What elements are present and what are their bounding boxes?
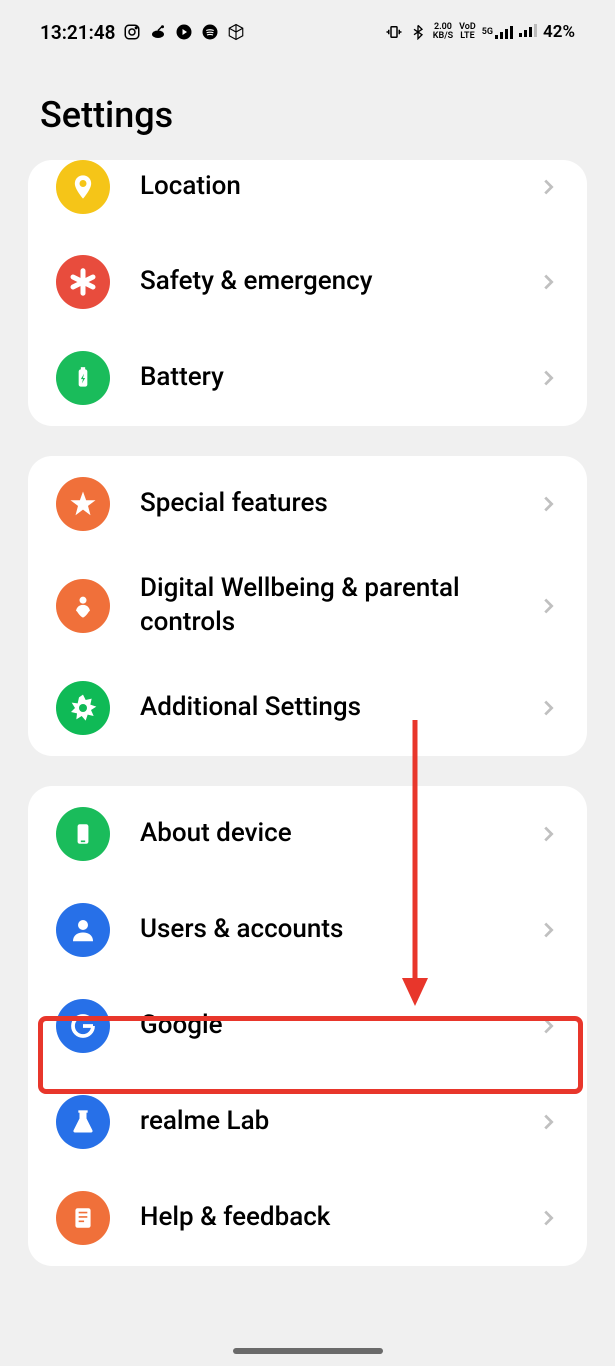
instagram-icon [123,23,141,41]
signal-5g: 5G [482,25,513,39]
gear-star-icon [56,681,110,735]
settings-item-google[interactable]: Google [28,978,587,1074]
settings-group-2: Special features Digital Wellbeing & par… [28,456,587,756]
volte-indicator: VoD LTE [459,23,476,41]
settings-item-location[interactable]: Location [28,160,587,234]
vibrate-icon [385,23,403,41]
hexagon-icon [227,23,245,41]
chevron-right-icon [537,823,559,845]
settings-item-about-device[interactable]: About device [28,786,587,882]
status-bar: 13:21:48 2.00 KB/S VoD LTE [0,0,615,64]
item-label: Location [140,170,537,204]
asterisk-icon [56,255,110,309]
item-label: Special features [140,487,537,521]
heart-person-icon [56,579,110,633]
settings-item-users-accounts[interactable]: Users & accounts [28,882,587,978]
settings-item-special-features[interactable]: Special features [28,456,587,552]
settings-item-wellbeing[interactable]: Digital Wellbeing & parental controls [28,552,587,660]
person-icon [56,903,110,957]
item-label: Digital Wellbeing & parental controls [140,572,537,640]
battery-percent: 42% [543,22,575,42]
chevron-right-icon [537,367,559,389]
chevron-right-icon [537,697,559,719]
item-label: Additional Settings [140,691,537,725]
settings-item-safety[interactable]: Safety & emergency [28,234,587,330]
reddit-icon [149,23,167,41]
item-label: About device [140,817,537,851]
play-circle-icon [175,23,193,41]
item-label: realme Lab [140,1105,537,1139]
settings-group-3: About device Users & accounts Google rea… [28,786,587,1266]
chevron-right-icon [537,271,559,293]
chevron-right-icon [537,595,559,617]
settings-group-1: Location Safety & emergency Battery [28,160,587,426]
item-label: Safety & emergency [140,265,537,299]
header: Settings [0,64,615,160]
signal-icon [519,22,537,42]
chevron-right-icon [537,1111,559,1133]
chevron-right-icon [537,1015,559,1037]
bluetooth-icon [409,23,427,41]
settings-item-realme-lab[interactable]: realme Lab [28,1074,587,1170]
chevron-right-icon [537,919,559,941]
chevron-right-icon [537,493,559,515]
google-icon [56,999,110,1053]
page-title: Settings [40,94,575,136]
chevron-right-icon [537,176,559,198]
battery-icon [56,351,110,405]
net-speed: 2.00 KB/S [433,23,453,41]
item-label: Google [140,1009,537,1043]
flask-icon [56,1095,110,1149]
chevron-right-icon [537,1207,559,1229]
settings-item-help[interactable]: Help & feedback [28,1170,587,1266]
settings-item-additional[interactable]: Additional Settings [28,660,587,756]
star-icon [56,477,110,531]
phone-icon [56,807,110,861]
location-icon [56,160,110,214]
item-label: Help & feedback [140,1201,537,1235]
settings-item-battery[interactable]: Battery [28,330,587,426]
book-icon [56,1191,110,1245]
nav-handle[interactable] [233,1348,383,1354]
status-left: 13:21:48 [40,21,245,44]
status-time: 13:21:48 [40,21,115,44]
item-label: Users & accounts [140,913,537,947]
status-right: 2.00 KB/S VoD LTE 5G 42% [385,22,575,42]
spotify-icon [201,23,219,41]
item-label: Battery [140,361,537,395]
